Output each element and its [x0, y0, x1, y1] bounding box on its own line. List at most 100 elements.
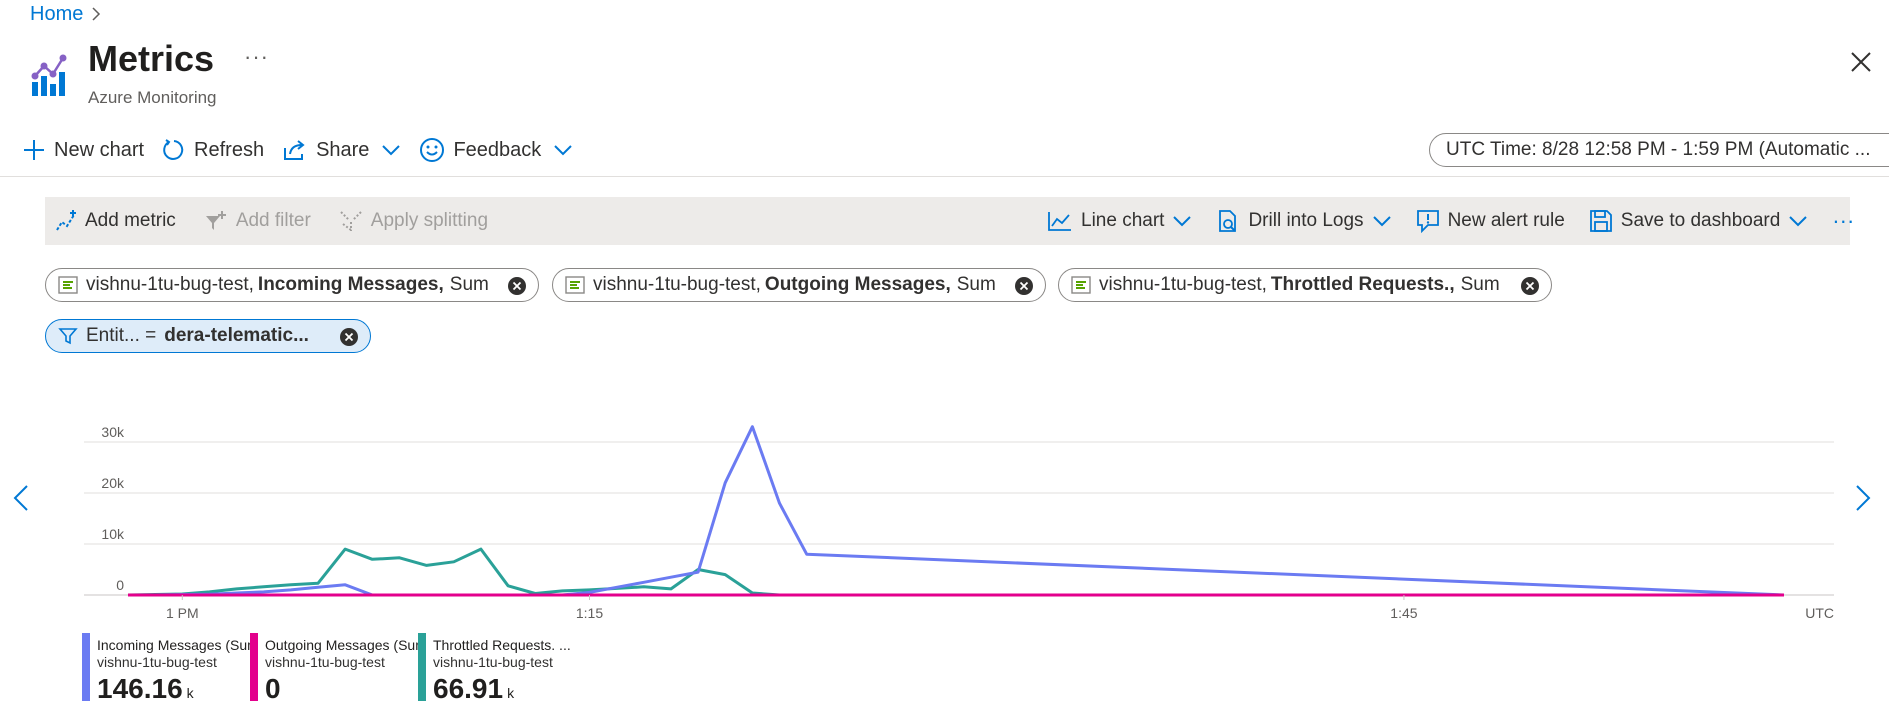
divider — [0, 176, 1889, 177]
legend-item-incoming[interactable]: Incoming Messages (Sum) vishnu-1tu-bug-t… — [82, 633, 252, 704]
legend-value: 66.91 — [433, 673, 504, 704]
legend-metric-label: Throttled Requests. ... — [433, 637, 571, 653]
filter-add-icon — [204, 210, 228, 232]
save-icon — [1589, 209, 1613, 233]
metric-name: Incoming Messages, — [257, 274, 444, 295]
legend-item-throttled[interactable]: Throttled Requests. ... vishnu-1tu-bug-t… — [418, 633, 588, 704]
add-metric-label: Add metric — [85, 210, 176, 231]
chevron-right-icon — [91, 7, 101, 21]
refresh-button[interactable]: Refresh — [162, 138, 264, 162]
chevron-down-icon — [553, 144, 573, 156]
refresh-label: Refresh — [194, 138, 265, 161]
new-chart-button[interactable]: New chart — [22, 138, 144, 162]
feedback-button[interactable]: Feedback — [419, 137, 573, 163]
metric-name: Throttled Requests., — [1270, 274, 1455, 295]
y-tick-label: 30k — [101, 424, 125, 440]
apply-splitting-button[interactable]: Apply splitting — [339, 210, 488, 232]
chevron-left-icon[interactable] — [12, 484, 30, 512]
filter-icon — [58, 326, 78, 346]
remove-icon[interactable] — [1015, 277, 1033, 295]
remove-icon[interactable] — [340, 328, 358, 346]
add-filter-label: Add filter — [235, 210, 311, 231]
chevron-down-icon — [381, 144, 401, 156]
metric-aggregation: Sum — [449, 274, 489, 295]
drill-into-logs-dropdown[interactable]: Drill into Logs — [1216, 209, 1391, 233]
splitting-icon — [339, 210, 363, 232]
share-icon — [282, 138, 308, 162]
y-tick-label: 20k — [101, 475, 125, 491]
metric-resource: vishnu-1tu-bug-test, — [1099, 274, 1267, 295]
metric-name: Outgoing Messages, — [764, 274, 951, 295]
refresh-icon — [162, 138, 186, 162]
page-subtitle: Azure Monitoring — [88, 88, 217, 107]
y-tick-label: 0 — [116, 577, 124, 593]
legend-item-outgoing[interactable]: Outgoing Messages (Sum) vishnu-1tu-bug-t… — [250, 633, 420, 704]
new-alert-rule-button[interactable]: New alert rule — [1416, 209, 1565, 233]
time-range-picker[interactable]: UTC Time: 8/28 12:58 PM - 1:59 PM (Autom… — [1429, 133, 1889, 167]
breadcrumb: Home — [30, 0, 101, 28]
metric-pill-incoming[interactable]: vishnu-1tu-bug-test, Incoming Messages, … — [45, 268, 539, 302]
chevron-down-icon — [1172, 215, 1192, 227]
plus-icon — [22, 138, 46, 162]
metric-aggregation: Sum — [956, 274, 996, 295]
command-bar: New chart Refresh Share Feedback — [22, 132, 591, 168]
legend-value: 146.16 — [97, 673, 183, 704]
metric-resource: vishnu-1tu-bug-test, — [593, 274, 761, 295]
metric-aggregation: Sum — [1460, 274, 1500, 295]
feedback-label: Feedback — [453, 138, 542, 161]
legend-unit: k — [507, 685, 515, 701]
chevron-down-icon — [1788, 215, 1808, 227]
legend-metric-label: Incoming Messages (Sum) — [97, 637, 251, 653]
add-filter-button[interactable]: Add filter — [204, 210, 311, 232]
chart-type-dropdown[interactable]: Line chart — [1047, 210, 1192, 232]
legend-color-bar — [250, 633, 258, 701]
metric-pill-throttled[interactable]: vishnu-1tu-bug-test, Throttled Requests.… — [1058, 268, 1552, 302]
add-metric-button[interactable]: Add metric — [55, 210, 176, 232]
new-chart-label: New chart — [54, 138, 145, 161]
line-chart-label: Line chart — [1081, 210, 1165, 231]
apply-splitting-label: Apply splitting — [370, 210, 489, 231]
legend-resource: vishnu-1tu-bug-test — [433, 654, 553, 670]
logs-icon — [1216, 209, 1240, 233]
series-line-throttled[interactable] — [127, 547, 1784, 597]
close-icon[interactable] — [1849, 50, 1879, 80]
filter-key: Entit... = — [86, 325, 157, 346]
legend-resource: vishnu-1tu-bug-test — [97, 654, 217, 670]
event-hub-icon — [1071, 276, 1091, 294]
remove-icon[interactable] — [1521, 277, 1539, 295]
new-alert-rule-label: New alert rule — [1447, 210, 1565, 231]
x-tick-label: 1 PM — [166, 605, 199, 621]
legend-metric-label: Outgoing Messages (Sum) — [265, 637, 419, 653]
chevron-right-icon[interactable] — [1854, 484, 1872, 512]
metric-pill-outgoing[interactable]: vishnu-1tu-bug-test, Outgoing Messages, … — [552, 268, 1046, 302]
legend-color-bar — [418, 633, 426, 701]
smiley-icon — [419, 137, 445, 163]
legend-unit: k — [186, 685, 194, 701]
more-options-button[interactable]: ··· — [244, 44, 269, 70]
save-to-dashboard-label: Save to dashboard — [1620, 210, 1781, 231]
share-button[interactable]: Share — [282, 138, 401, 162]
alert-icon — [1416, 209, 1440, 233]
x-axis-unit-label: UTC — [1805, 605, 1834, 621]
chart-toolbar: Add metric Add filter Apply splitting Li… — [45, 197, 1854, 245]
save-to-dashboard-dropdown[interactable]: Save to dashboard — [1589, 209, 1809, 233]
line-chart-icon — [1047, 210, 1073, 232]
legend-value: 0 — [265, 673, 281, 704]
breadcrumb-home-link[interactable]: Home — [30, 3, 83, 26]
series-line-incoming[interactable] — [128, 425, 1785, 597]
drill-into-logs-label: Drill into Logs — [1248, 210, 1364, 231]
metrics-line-chart: 30k 20k 10k 0 1 PM 1:15 1:45 UTC — [84, 424, 1834, 621]
toolbar-more-button[interactable]: ··· — [1832, 208, 1854, 234]
filter-value: dera-telematic... — [164, 325, 309, 346]
legend-color-bar — [82, 633, 90, 701]
metrics-logo-icon — [30, 54, 70, 98]
x-tick-label: 1:45 — [1390, 605, 1417, 621]
page-title: Metrics — [88, 38, 215, 79]
filter-pill[interactable]: Entit... = dera-telematic... — [45, 319, 371, 353]
share-label: Share — [316, 138, 370, 161]
remove-icon[interactable] — [508, 277, 526, 295]
chevron-down-icon — [1372, 215, 1392, 227]
event-hub-icon — [565, 276, 585, 294]
y-tick-label: 10k — [101, 526, 125, 542]
add-metric-icon — [55, 210, 77, 232]
